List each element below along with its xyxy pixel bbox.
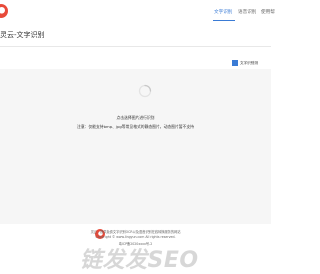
upload-image-button[interactable]: 文字识别测 xyxy=(232,60,258,66)
title-divider xyxy=(0,46,271,47)
grid-upload-icon xyxy=(232,60,238,66)
loading-spinner-icon xyxy=(138,84,152,98)
watermark-text: 链发发SEO xyxy=(80,248,199,273)
top-navigation-bar: 文字识别 语音识别 使用帮 xyxy=(0,0,275,24)
nav-item-text-recognition[interactable]: 文字识别 xyxy=(214,9,232,15)
image-drop-zone[interactable] xyxy=(0,69,271,225)
page-title-row: 灵云-文字识别 xyxy=(0,24,271,46)
brand-logo-icon[interactable] xyxy=(0,4,8,18)
upload-button-label: 文字识别测 xyxy=(240,60,258,65)
active-nav-indicator xyxy=(213,20,235,21)
nav-item-speech-recognition[interactable]: 语音识别 xyxy=(238,9,256,15)
page-title: 灵云-文字识别 xyxy=(0,31,45,39)
footer-copyright: Copyright © www.lingyun.com All rights r… xyxy=(95,235,176,239)
nav-item-help[interactable]: 使用帮 xyxy=(261,9,275,15)
dropzone-primary-hint: 点击选择图片进行识别 xyxy=(116,115,155,120)
dropzone-secondary-hint: 注意：仅能支持bmp、jpg等常见格式的静态图片，动态图片暂不支持 xyxy=(77,124,194,129)
footer-description: 灵云 - 提供免费文字识别OCR以及语音识别在线转换服务的网站 xyxy=(90,230,181,234)
